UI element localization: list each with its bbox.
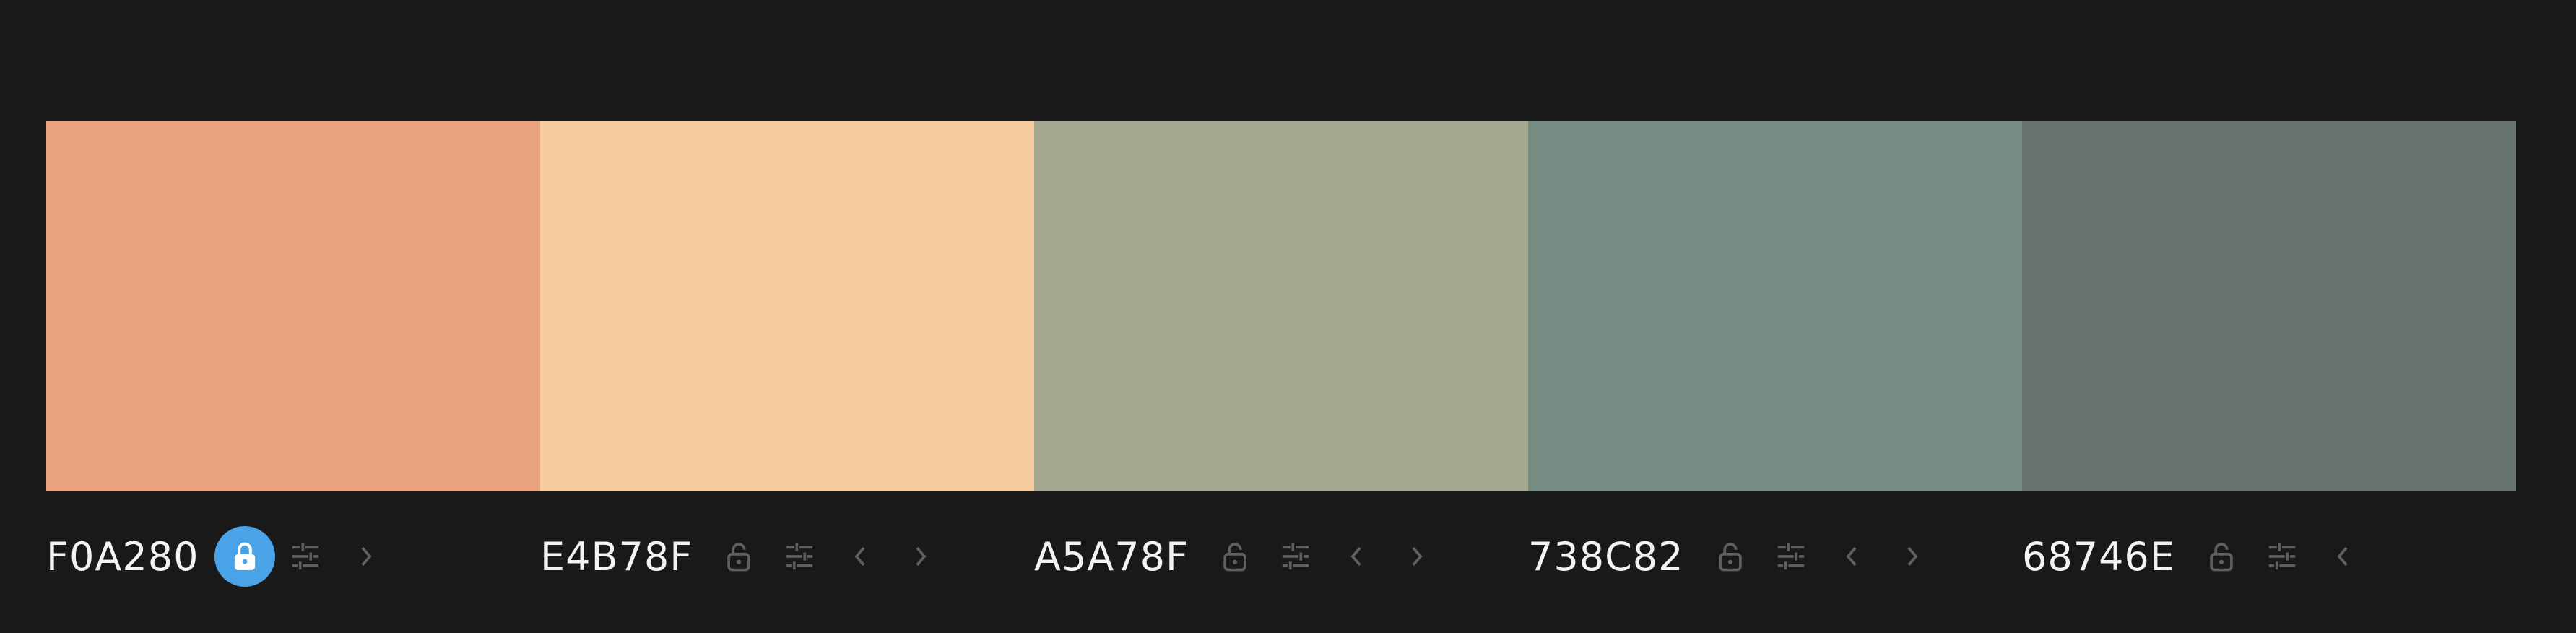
color-swatch[interactable] [540, 121, 1034, 491]
color-swatch[interactable] [46, 121, 540, 491]
chevron-right-icon[interactable] [1387, 526, 1447, 587]
color-controls: E4B78F [540, 520, 1034, 593]
chevron-left-icon[interactable] [1326, 526, 1387, 587]
sliders-icon[interactable] [275, 526, 336, 587]
palette-editor: F0A280 E4B78F A5A78F 738C82 68746E [0, 0, 2576, 633]
chevron-right-icon[interactable] [336, 526, 396, 587]
color-swatch[interactable] [1528, 121, 2022, 491]
sliders-icon[interactable] [1761, 526, 1821, 587]
color-swatch[interactable] [2022, 121, 2516, 491]
lock-icon[interactable] [214, 526, 276, 587]
hex-code-label[interactable]: 738C82 [1528, 534, 1684, 580]
color-controls: A5A78F [1034, 520, 1528, 593]
color-swatch-strip [46, 121, 2516, 491]
hex-code-label[interactable]: F0A280 [46, 534, 199, 580]
hex-code-label[interactable]: E4B78F [540, 534, 693, 580]
chevron-right-icon[interactable] [1882, 526, 1943, 587]
chevron-left-icon[interactable] [2312, 526, 2373, 587]
color-controls: 68746E [2022, 520, 2516, 593]
color-controls-row: F0A280 E4B78F A5A78F 738C82 68746E [46, 520, 2516, 593]
lock-icon[interactable] [2191, 526, 2252, 587]
chevron-right-icon[interactable] [890, 526, 951, 587]
color-swatch[interactable] [1034, 121, 1528, 491]
sliders-icon[interactable] [769, 526, 830, 587]
lock-icon[interactable] [1700, 526, 1761, 587]
hex-code-label[interactable]: 68746E [2022, 534, 2175, 580]
sliders-icon[interactable] [1265, 526, 1326, 587]
chevron-left-icon[interactable] [830, 526, 890, 587]
chevron-left-icon[interactable] [1821, 526, 1882, 587]
hex-code-label[interactable]: A5A78F [1034, 534, 1189, 580]
lock-icon[interactable] [1205, 526, 1265, 587]
color-controls: 738C82 [1528, 520, 2022, 593]
sliders-icon[interactable] [2252, 526, 2312, 587]
lock-icon[interactable] [708, 526, 769, 587]
color-controls: F0A280 [46, 520, 540, 593]
